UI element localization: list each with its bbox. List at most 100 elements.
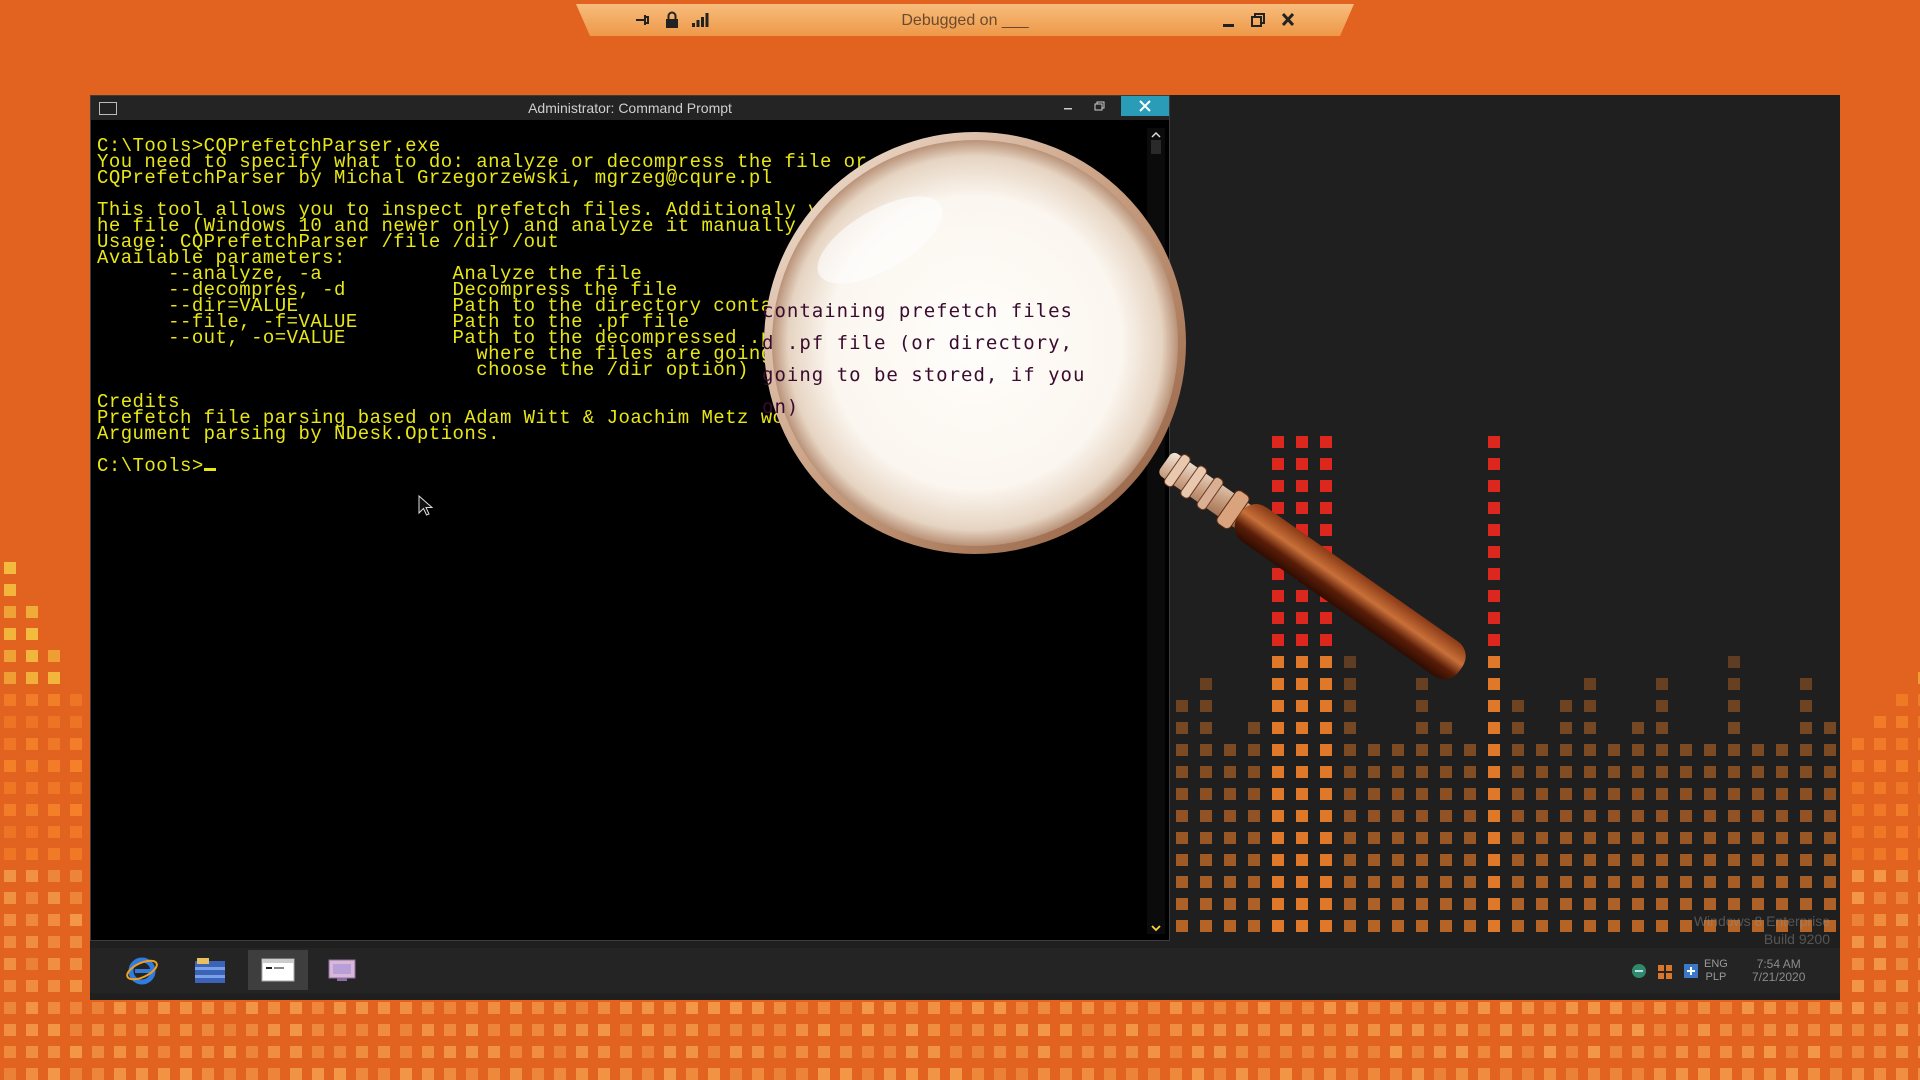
equalizer-cell bbox=[70, 804, 82, 816]
equalizer-cell bbox=[334, 1024, 346, 1036]
security-icon[interactable] bbox=[1656, 962, 1674, 985]
equalizer-cell bbox=[752, 1068, 764, 1080]
equalizer-cell bbox=[26, 1002, 38, 1014]
equalizer-cell bbox=[1456, 1002, 1468, 1014]
cmd-scrollbar[interactable] bbox=[1147, 128, 1165, 934]
equalizer-cell bbox=[1258, 1002, 1270, 1014]
input-language[interactable]: ENG PLP bbox=[1704, 958, 1728, 984]
equalizer-cell bbox=[334, 1068, 346, 1080]
equalizer-cell bbox=[1038, 1024, 1050, 1036]
equalizer-cell bbox=[48, 980, 60, 992]
equalizer-cell bbox=[1896, 1002, 1908, 1014]
tray-clock[interactable]: 7:54 AM 7/21/2020 bbox=[1752, 958, 1805, 984]
close-icon[interactable] bbox=[1276, 9, 1300, 31]
scroll-thumb[interactable] bbox=[1151, 140, 1161, 154]
equalizer-cell bbox=[1368, 1024, 1380, 1036]
equalizer-cell bbox=[70, 694, 82, 706]
equalizer-cell bbox=[26, 738, 38, 750]
equalizer-cell bbox=[4, 870, 16, 882]
equalizer-cell bbox=[1852, 1068, 1864, 1080]
remote-desktop-icon[interactable] bbox=[316, 950, 368, 990]
equalizer-cell bbox=[1104, 1024, 1116, 1036]
command-prompt-icon[interactable] bbox=[248, 950, 308, 990]
equalizer-cell bbox=[1874, 1068, 1886, 1080]
restore-icon[interactable] bbox=[1246, 9, 1270, 31]
equalizer-cell bbox=[312, 1046, 324, 1058]
equalizer-cell bbox=[48, 914, 60, 926]
equalizer-cell bbox=[1852, 848, 1864, 860]
equalizer-cell bbox=[70, 782, 82, 794]
cmd-minimize-icon[interactable] bbox=[1057, 96, 1079, 118]
equalizer-cell bbox=[928, 1046, 940, 1058]
minimize-icon[interactable] bbox=[1216, 9, 1240, 31]
equalizer-cell bbox=[1852, 738, 1864, 750]
equalizer-cell bbox=[906, 1002, 918, 1014]
equalizer-cell bbox=[70, 1024, 82, 1036]
command-prompt-window[interactable]: Administrator: Command Prompt C:\Tools> C… bbox=[90, 95, 1170, 941]
equalizer-cell bbox=[576, 1024, 588, 1036]
cmd-restore-icon[interactable] bbox=[1089, 96, 1111, 118]
equalizer-cell bbox=[1478, 1024, 1490, 1036]
equalizer-cell bbox=[70, 760, 82, 772]
equalizer-cell bbox=[774, 1068, 786, 1080]
equalizer-cell bbox=[1368, 1002, 1380, 1014]
equalizer-cell bbox=[554, 1002, 566, 1014]
equalizer-cell bbox=[1830, 1002, 1842, 1014]
equalizer-cell bbox=[1566, 1046, 1578, 1058]
equalizer-cell bbox=[686, 1068, 698, 1080]
equalizer-cell bbox=[488, 1046, 500, 1058]
equalizer-cell bbox=[1412, 1002, 1424, 1014]
equalizer-cell bbox=[70, 936, 82, 948]
equalizer-cell bbox=[818, 1002, 830, 1014]
equalizer-cell bbox=[1324, 1002, 1336, 1014]
equalizer-cell bbox=[48, 958, 60, 970]
equalizer-cell bbox=[1522, 1002, 1534, 1014]
equalizer-cell bbox=[158, 1024, 170, 1036]
equalizer-cell bbox=[950, 1002, 962, 1014]
equalizer-cell bbox=[1280, 1068, 1292, 1080]
equalizer-cell bbox=[1830, 1024, 1842, 1036]
console-output[interactable]: C:\Tools>CQPrefetchParser.exe You need to… bbox=[97, 138, 1227, 928]
update-icon[interactable] bbox=[1682, 962, 1700, 985]
equalizer-cell bbox=[862, 1024, 874, 1036]
equalizer-cell bbox=[26, 1046, 38, 1058]
equalizer-cell bbox=[4, 826, 16, 838]
equalizer-cell bbox=[26, 936, 38, 948]
equalizer-cell bbox=[1852, 782, 1864, 794]
equalizer-cell bbox=[620, 1068, 632, 1080]
equalizer-cell bbox=[4, 760, 16, 772]
equalizer-cell bbox=[1874, 1002, 1886, 1014]
equalizer-cell bbox=[114, 1068, 126, 1080]
equalizer-cell bbox=[4, 694, 16, 706]
equalizer-cell bbox=[1852, 804, 1864, 816]
equalizer-cell bbox=[158, 1046, 170, 1058]
equalizer-cell bbox=[1500, 1046, 1512, 1058]
equalizer-cell bbox=[4, 584, 16, 596]
scroll-down-icon[interactable] bbox=[1147, 922, 1165, 934]
equalizer-cell bbox=[1654, 1002, 1666, 1014]
equalizer-cell bbox=[4, 848, 16, 860]
cmd-close-button[interactable] bbox=[1121, 96, 1169, 116]
equalizer-cell bbox=[1346, 1046, 1358, 1058]
internet-explorer-icon[interactable] bbox=[116, 950, 168, 990]
equalizer-cell bbox=[70, 980, 82, 992]
equalizer-cell bbox=[1698, 1046, 1710, 1058]
equalizer-cell bbox=[114, 1024, 126, 1036]
equalizer-cell bbox=[1588, 1002, 1600, 1014]
equalizer-cell bbox=[1522, 1068, 1534, 1080]
equalizer-cell bbox=[488, 1068, 500, 1080]
equalizer-cell bbox=[26, 628, 38, 640]
equalizer-cell bbox=[576, 1068, 588, 1080]
equalizer-cell bbox=[4, 716, 16, 728]
network-icon[interactable] bbox=[1630, 962, 1648, 985]
cmd-titlebar[interactable]: Administrator: Command Prompt bbox=[91, 96, 1169, 120]
equalizer-cell bbox=[1720, 1002, 1732, 1014]
console-prompt[interactable]: C:\Tools> bbox=[97, 458, 1227, 474]
equalizer-cell bbox=[48, 826, 60, 838]
equalizer-cell bbox=[1676, 1024, 1688, 1036]
file-explorer-icon[interactable] bbox=[184, 950, 236, 990]
equalizer-cell bbox=[1126, 1046, 1138, 1058]
equalizer-cell bbox=[1874, 760, 1886, 772]
equalizer-cell bbox=[752, 1024, 764, 1036]
taskbar: ENG PLP 7:54 AM 7/21/2020 bbox=[90, 948, 1840, 993]
